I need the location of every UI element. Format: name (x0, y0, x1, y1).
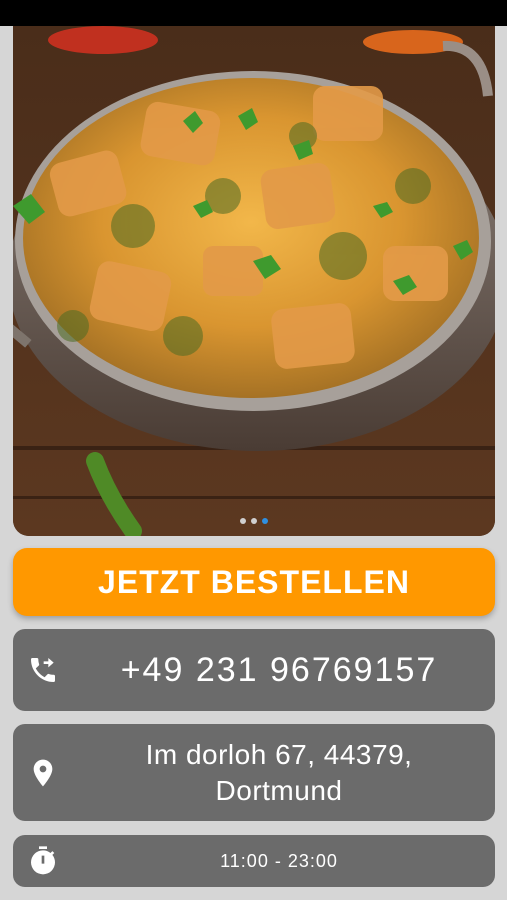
food-image-carousel[interactable] (13, 26, 495, 536)
carousel-dot-active[interactable] (262, 518, 268, 524)
location-pin-icon (33, 759, 53, 786)
status-bar (0, 0, 507, 26)
opening-hours-card: 11:00 - 23:00 (13, 835, 495, 887)
address-line-2: Dortmund (215, 774, 343, 806)
address-card[interactable]: Im dorloh 67, 44379, Dortmund (13, 724, 495, 821)
order-now-label: JETZT BESTELLEN (98, 563, 410, 600)
opening-hours: 11:00 - 23:00 (220, 850, 338, 871)
carousel-dot[interactable] (251, 518, 257, 524)
address-line-1: Im dorloh 67, 44379, (145, 738, 413, 770)
stopwatch-icon (31, 846, 55, 875)
phone-card[interactable]: +49 231 96769157 (13, 629, 495, 711)
phone-number[interactable]: +49 231 96769157 (121, 651, 438, 690)
carousel-indicator[interactable] (13, 518, 495, 524)
curry-dish-image (13, 26, 495, 536)
order-now-button[interactable]: JETZT BESTELLEN (13, 548, 495, 616)
phone-forward-icon (31, 658, 55, 682)
carousel-dot[interactable] (240, 518, 246, 524)
